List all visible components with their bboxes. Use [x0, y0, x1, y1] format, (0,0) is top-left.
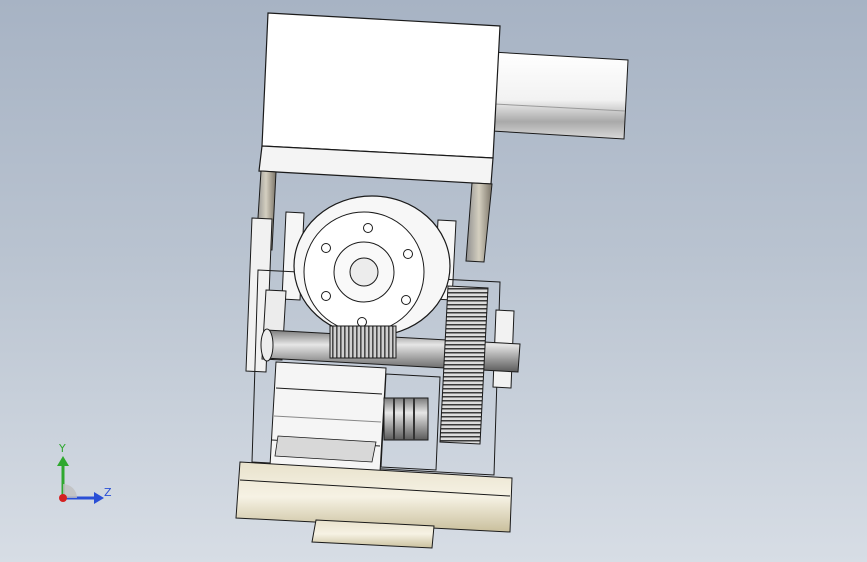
- z-axis-label: Z: [104, 486, 112, 499]
- shaft-couplings[interactable]: [383, 397, 429, 441]
- reference-triad: Y Z: [48, 440, 118, 510]
- worm-gear[interactable]: [329, 325, 397, 359]
- spur-gear[interactable]: [439, 285, 489, 445]
- graphics-viewport[interactable]: Y Z: [0, 0, 867, 562]
- y-axis-label: Y: [59, 442, 66, 455]
- gearmotor-housing[interactable]: [258, 12, 501, 185]
- assembly-model[interactable]: [0, 0, 867, 562]
- motor-cylinder[interactable]: [491, 51, 629, 140]
- flange-bearing[interactable]: [293, 195, 451, 337]
- base-plate[interactable]: [235, 461, 513, 533]
